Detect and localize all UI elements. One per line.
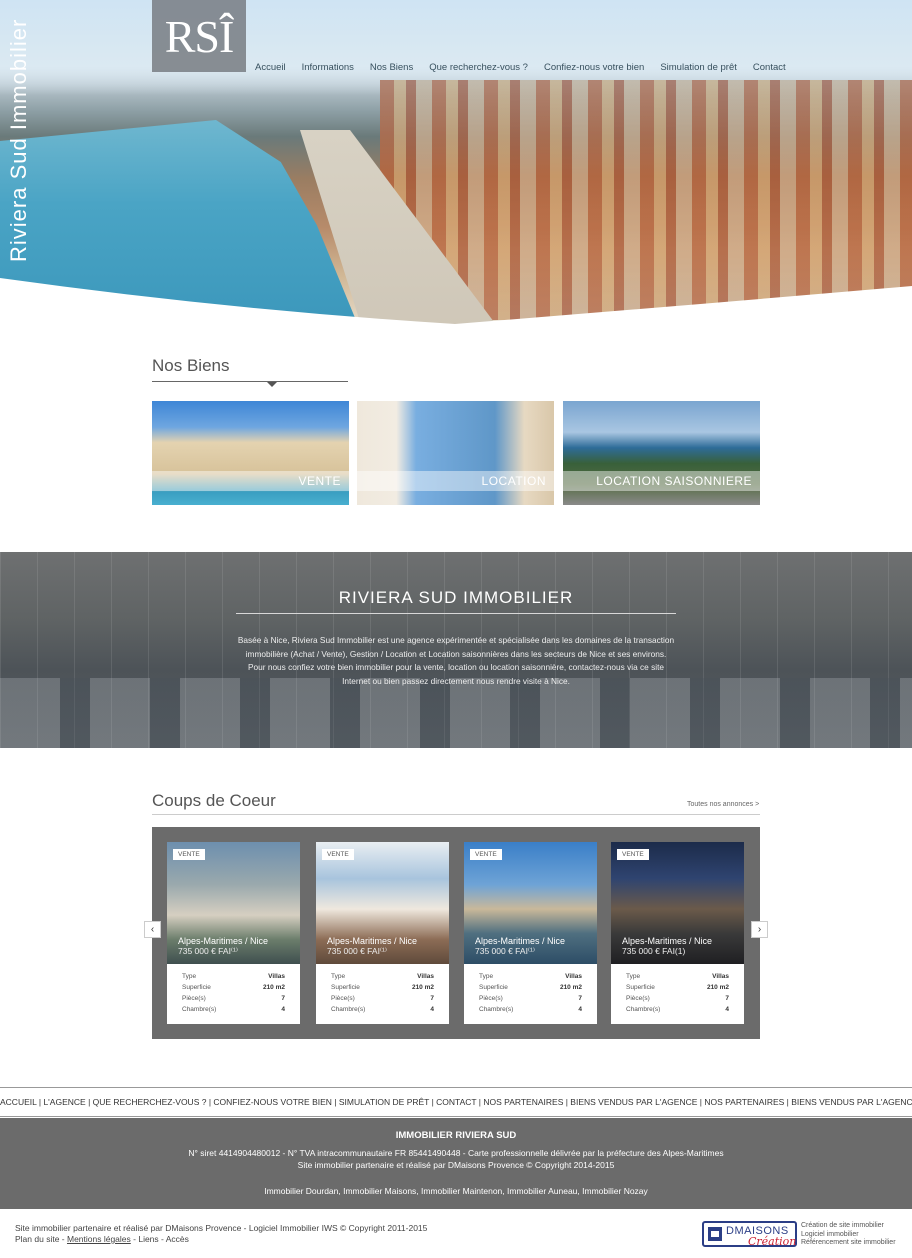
footer-links: Plan du site - Mentions légales - Liens … [15, 1234, 189, 1244]
nav-confiez-nous[interactable]: Confiez-nous votre bien [544, 62, 644, 73]
listing-specs: Type Villas Superficie 210 m2 Pièce(s) 7 Ch… [331, 973, 434, 1017]
category-location-saisonniere[interactable]: LOCATION SAISONNIERE [563, 401, 760, 505]
footer-nav[interactable]: ACCUEIL | L'AGENCE | QUE RECHERCHEZ-VOUS… [0, 1087, 912, 1117]
listing-price: 735 000 € FAI⁽¹⁾ [178, 946, 238, 956]
nav-informations[interactable]: Informations [302, 62, 354, 73]
category-label: LOCATION SAISONNIERE [563, 471, 760, 491]
listing-location: Alpes-Maritimes / Nice [178, 936, 269, 946]
dmaisons-service[interactable]: Logiciel immobilier [801, 1231, 896, 1240]
listing-card[interactable]: VENTE Alpes-Maritimes / Nice 735 000 € F… [611, 842, 744, 1024]
listing-card[interactable]: VENTE Alpes-Maritimes / Nice 735 000 € F… [464, 842, 597, 1024]
dmaisons-services: Création de site immobilier Logiciel imm… [801, 1222, 896, 1248]
spec-row: Pièce(s) 7 [331, 995, 434, 1002]
listing-specs: Type Villas Superficie 210 m2 Pièce(s) 7 Ch… [626, 973, 729, 1017]
footer-bottom: Site immobilier partenaire et réalisé pa… [15, 1223, 427, 1245]
band-paragraph-2: Pour nous confiez votre bien immobilier … [248, 662, 664, 687]
footer-legal-line: N° siret 4414904480012 - N° TVA intracom… [188, 1148, 724, 1158]
footer-company: IMMOBILIER RIVIERA SUD [395, 1130, 517, 1141]
dmaisons-logo[interactable]: DMAISONS Création [702, 1221, 797, 1248]
dmaisons-creation: Création [748, 1235, 797, 1248]
spec-row: Chambre(s) 4 [626, 1006, 729, 1013]
coups-underline [152, 814, 760, 815]
hero-banner [0, 0, 912, 325]
vertical-site-title: Riviera Sud Immobilier [6, 18, 31, 262]
house-icon [708, 1227, 722, 1241]
spec-row: Type Villas [626, 973, 729, 980]
footer-seo-links[interactable]: Immobilier Dourdan, Immobilier Maisons, … [0, 1186, 912, 1196]
dmaisons-service[interactable]: Référencement site immobilier [801, 1239, 896, 1248]
nos-biens-underline [152, 381, 348, 382]
listing-badge: VENTE [173, 849, 205, 860]
spec-row: Pièce(s) 7 [182, 995, 285, 1002]
spec-row: Pièce(s) 7 [479, 995, 582, 1002]
plan-du-site-link[interactable]: Plan du site [15, 1234, 59, 1244]
dmaisons-service[interactable]: Création de site immobilier [801, 1222, 896, 1231]
listing-badge: VENTE [617, 849, 649, 860]
listing-specs: Type Villas Superficie 210 m2 Pièce(s) 7 Ch… [479, 973, 582, 1017]
spec-row: Type Villas [182, 973, 285, 980]
carousel-prev-button[interactable]: ‹ [144, 921, 161, 938]
nav-nos-biens[interactable]: Nos Biens [370, 62, 413, 73]
nav-contact[interactable]: Contact [753, 62, 786, 73]
nav-accueil[interactable]: Accueil [255, 62, 286, 73]
acces-link[interactable]: Accès [166, 1234, 189, 1244]
category-label: LOCATION [357, 471, 554, 491]
spec-row: Superficie 210 m2 [331, 984, 434, 991]
band-divider [236, 613, 676, 614]
footer-credit: Site immobilier partenaire et réalisé pa… [15, 1223, 428, 1233]
band-paragraph-1: Basée à Nice, Riviera Sud Immobilier est… [237, 635, 675, 659]
listing-specs: Type Villas Superficie 210 m2 Pièce(s) 7 Ch… [182, 973, 285, 1017]
mentions-legales-link[interactable]: Mentions légales [67, 1234, 131, 1244]
category-location[interactable]: LOCATION [357, 401, 554, 505]
nav-simulation-pret[interactable]: Simulation de prêt [660, 62, 737, 73]
listing-location: Alpes-Maritimes / Nice [622, 936, 713, 946]
spec-row: Chambre(s) 4 [331, 1006, 434, 1013]
listing-price: 735 000 € FAI(1) [622, 946, 686, 956]
listing-price: 735 000 € FAI⁽¹⁾ [327, 946, 387, 956]
listing-card[interactable]: VENTE Alpes-Maritimes / Nice 735 000 € F… [167, 842, 300, 1024]
footer-copyright-line: Site immobilier partenaire et réalisé pa… [297, 1160, 615, 1170]
band-text: Basée à Nice, Riviera Sud Immobilier est… [236, 634, 676, 689]
spec-row: Pièce(s) 7 [626, 995, 729, 1002]
carousel-next-button[interactable]: › [751, 921, 768, 938]
hero-curve [0, 278, 912, 325]
band-title: RIVIERA SUD IMMOBILIER [338, 588, 574, 607]
listing-badge: VENTE [470, 849, 502, 860]
nav-que-recherchez-vous[interactable]: Que recherchez-vous ? [429, 62, 528, 73]
spec-row: Chambre(s) 4 [182, 1006, 285, 1013]
spec-row: Chambre(s) 4 [479, 1006, 582, 1013]
listing-badge: VENTE [322, 849, 354, 860]
spec-row: Superficie 210 m2 [626, 984, 729, 991]
spec-row: Superficie 210 m2 [182, 984, 285, 991]
spec-row: Type Villas [479, 973, 582, 980]
site-logo[interactable]: RSÎ [152, 0, 246, 72]
category-label: VENTE [152, 471, 349, 491]
spec-row: Superficie 210 m2 [479, 984, 582, 991]
spec-row: Type Villas [331, 973, 434, 980]
all-listings-link[interactable]: Toutes nos annonces > [687, 801, 759, 808]
listing-card[interactable]: VENTE Alpes-Maritimes / Nice 735 000 € F… [316, 842, 449, 1024]
listing-location: Alpes-Maritimes / Nice [327, 936, 418, 946]
listing-location: Alpes-Maritimes / Nice [475, 936, 566, 946]
nos-biens-title: Nos Biens [152, 356, 230, 375]
coups-de-coeur-title: Coups de Coeur [152, 791, 276, 810]
category-vente[interactable]: VENTE [152, 401, 349, 505]
footer-info: IMMOBILIER RIVIERA SUD N° siret 44149044… [0, 1118, 912, 1209]
main-nav: Accueil Informations Nos Biens Que reche… [255, 62, 802, 73]
listing-price: 735 000 € FAI⁽¹⁾ [475, 946, 535, 956]
liens-link[interactable]: Liens [138, 1234, 158, 1244]
caret-down-icon [267, 382, 277, 387]
